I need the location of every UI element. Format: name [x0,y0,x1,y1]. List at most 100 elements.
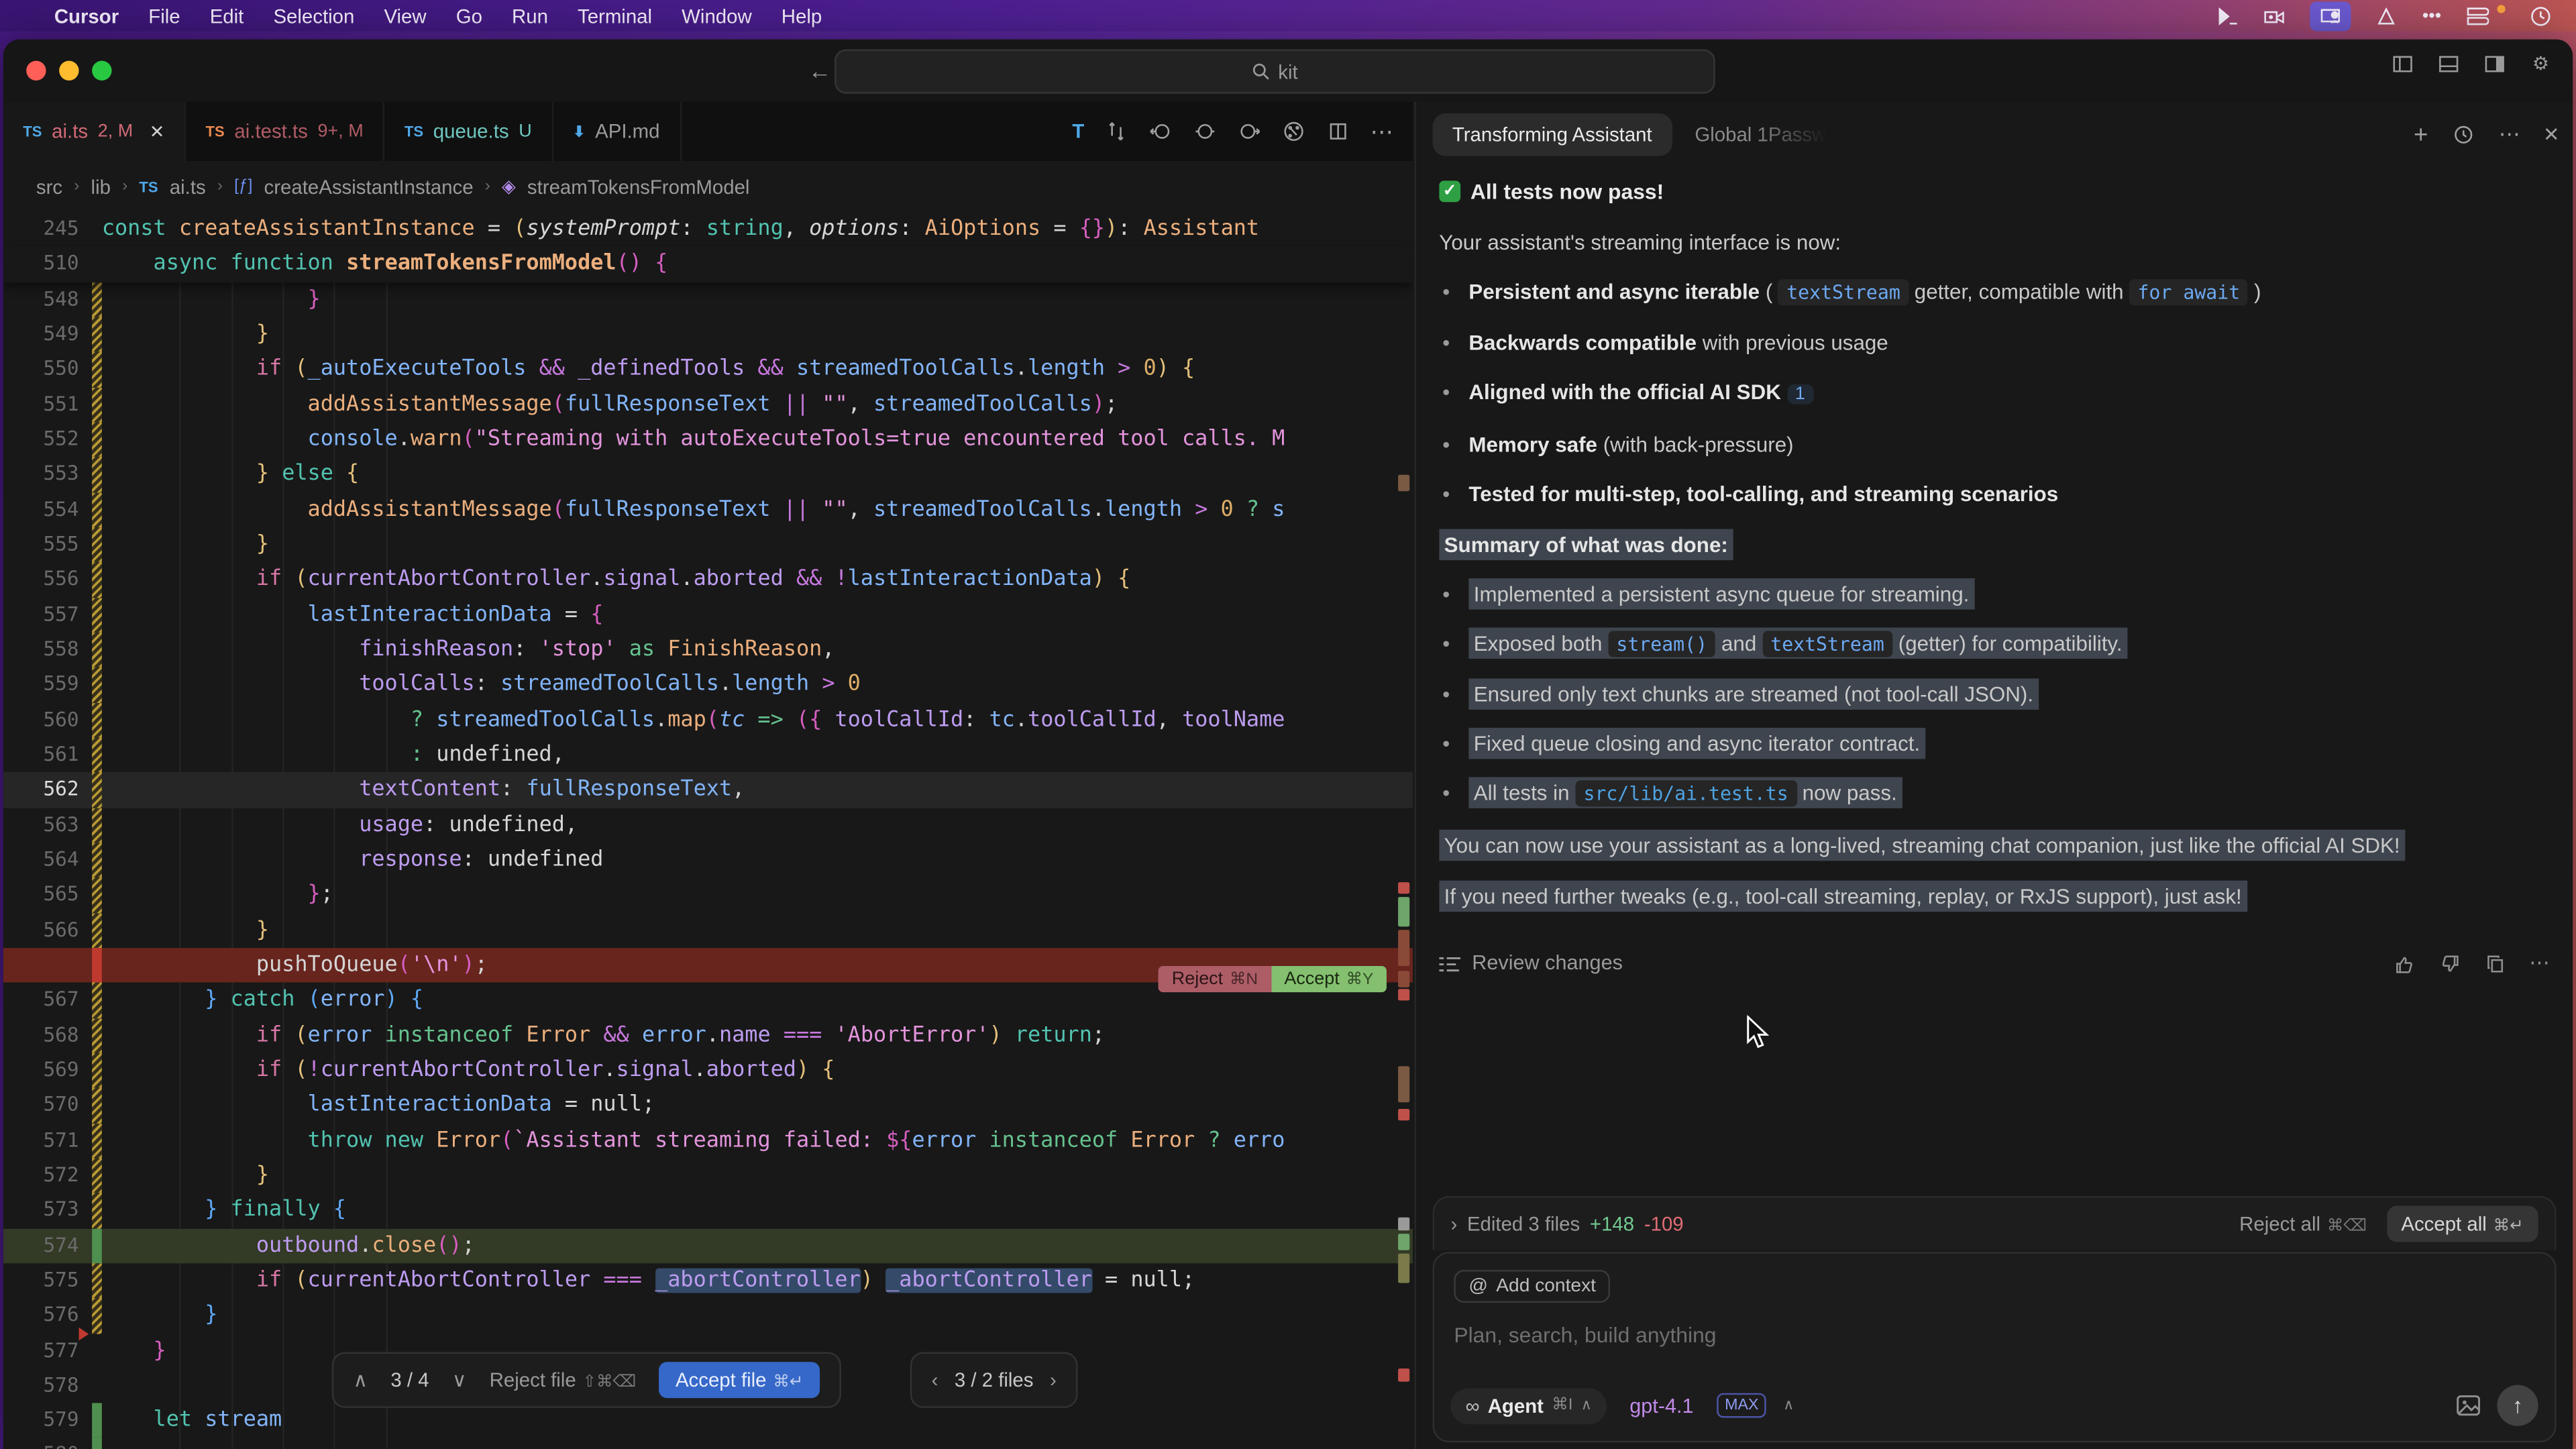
accept-all-button[interactable]: Accept all⌘↵ [2386,1206,2538,1242]
code-line[interactable]: 571 throw new Error(`Assistant streaming… [3,1123,1413,1158]
history-back-button[interactable]: ← [808,58,831,84]
code-line[interactable]: 559 toolCalls: streamedToolCalls.length … [3,667,1413,702]
breadcrumb-item-lib[interactable]: lib [91,175,111,198]
code-line[interactable]: 552 console.warn("Streaming with autoExe… [3,422,1413,457]
minimize-window-button[interactable] [59,61,78,80]
tab-API.md[interactable]: ⬇API.md [553,102,682,161]
more-icon[interactable]: ⋯ [2499,121,2520,148]
command-search-input[interactable]: kit [835,49,1715,93]
code-line[interactable]: 553 } else { [3,458,1413,492]
zoom-window-button[interactable] [92,61,111,80]
code-editor[interactable]: 245const createAssistantInstance = (syst… [3,212,1413,1449]
menu-item-edit[interactable]: Edit [195,4,259,27]
menu-item-run[interactable]: Run [497,4,563,27]
menu-item-selection[interactable]: Selection [258,4,369,27]
menu-item-go[interactable]: Go [441,4,497,27]
thumbs-up-icon[interactable] [2391,952,2416,975]
chat-composer[interactable]: @ Add context Plan, search, build anythi… [1433,1252,2557,1442]
code-line[interactable]: 566 } [3,913,1413,948]
tab-queue.ts[interactable]: TSqueue.tsU [385,102,553,161]
menu-item-view[interactable]: View [369,4,441,27]
reject-hunk-button[interactable]: Reject⌘N [1159,966,1271,992]
code-line[interactable]: 573 } finally { [3,1193,1413,1228]
prev-file-button[interactable]: ‹ [932,1368,938,1391]
more-icon[interactable]: ⋯ [2529,950,2550,978]
more-actions-icon[interactable]: ⋯ [1370,117,1393,146]
citation-chip[interactable]: 1 [1787,384,1813,404]
code-line[interactable]: 560 ? streamedToolCalls.map(tc => ({ too… [3,702,1413,737]
clock-icon[interactable] [2528,4,2553,27]
menu-item-terminal[interactable]: Terminal [563,4,667,27]
menu-item-window[interactable]: Window [667,4,767,27]
nav-forward-circle-icon[interactable] [1237,120,1262,143]
screen-share-icon-wrap[interactable] [2310,1,2351,30]
send-button[interactable]: ↑ [2497,1385,2538,1426]
copy-icon[interactable] [2483,952,2508,975]
next-file-button[interactable]: › [1050,1368,1057,1391]
nav-back-circle-icon[interactable] [1148,120,1173,143]
prism-icon[interactable] [2375,4,2400,27]
composer-placeholder[interactable]: Plan, search, build anything [1454,1322,2534,1347]
close-icon[interactable]: ✕ [2543,123,2560,146]
code-line[interactable]: 557 lastInteractionData = { [3,597,1413,632]
history-icon[interactable] [2451,123,2476,146]
breadcrumb-item-streamTokensFromModel[interactable]: streamTokensFromModel [527,175,750,198]
reject-file-button[interactable]: Reject file⇧⌘⌫ [490,1368,636,1391]
prev-change-button[interactable]: ∧ [354,1368,368,1391]
code-line[interactable]: 554 addAssistantMessage(fullResponseText… [3,492,1413,527]
accept-file-button[interactable]: Accept file⌘↵ [659,1362,819,1398]
breadcrumb-item-src[interactable]: src [36,175,62,198]
close-window-button[interactable] [26,61,46,80]
layout-sidebar-right-icon[interactable] [2482,52,2507,75]
code-line[interactable]: 569 if (!currentAbortController.signal.a… [3,1053,1413,1087]
breadcrumb-item-ai.ts[interactable]: ai.ts [170,175,206,198]
code-line[interactable]: 576 } [3,1298,1413,1333]
clock-icon-wrap[interactable] [2528,3,2553,29]
menu-item-file[interactable]: File [133,4,195,27]
breadcrumb[interactable]: src›lib›TSai.ts›[ƒ]createAssistantInstan… [3,161,1446,212]
terminal-play-icon[interactable] [2215,4,2240,27]
code-line[interactable]: 558 finishReason: 'stop' as FinishReason… [3,633,1413,667]
reject-all-button[interactable]: Reject all⌘⌫ [2239,1212,2367,1235]
code-line[interactable]: 562 textContent: fullResponseText, [3,773,1413,808]
code-line[interactable]: 572 } [3,1158,1413,1193]
gear-icon[interactable]: ⚙ [2528,52,2553,75]
close-tab-icon[interactable]: ✕ [150,121,165,142]
breadcrumb-item-createAssistantInstance[interactable]: createAssistantInstance [264,175,474,198]
nav-circle-icon[interactable] [1193,120,1218,143]
code-line[interactable]: 563 usage: undefined, [3,808,1413,843]
code-line[interactable]: 548 } [3,282,1413,317]
split-editor-icon[interactable] [1326,120,1350,143]
next-change-button[interactable]: ∨ [452,1368,467,1391]
code-line[interactable]: 245const createAssistantInstance = (syst… [3,212,1413,247]
control-center-icon-wrap[interactable] [2464,3,2489,29]
code-line[interactable]: 579 let stream [3,1403,1413,1438]
git-graph-icon[interactable] [1281,120,1306,143]
code-line[interactable]: 556 if (currentAbortController.signal.ab… [3,562,1413,597]
chat-tab-active[interactable]: Transforming Assistant [1433,113,1672,156]
text-size-icon[interactable]: T [1072,120,1084,143]
camera-icon-wrap[interactable] [2263,3,2288,29]
code-line[interactable]: 550 if (_autoExecuteTools && _definedToo… [3,352,1413,387]
tab-ai.test.ts[interactable]: TSai.test.ts9+, M [186,102,384,161]
code-line[interactable]: 555 } [3,527,1413,562]
compare-changes-icon[interactable] [1104,120,1129,143]
chat-tab-inactive[interactable]: Global 1Passw [1695,123,1826,146]
file-link[interactable]: src/lib/ai.test.ts [1575,780,1796,806]
code-line[interactable]: 575 if (currentAbortController === _abor… [3,1263,1413,1298]
screen-share-icon[interactable] [2319,4,2344,27]
chat-message-area[interactable]: ✓All tests now pass!Your assistant's str… [1439,168,2550,1186]
menu-item-help[interactable]: Help [767,4,837,27]
accept-hunk-button[interactable]: Accept⌘Y [1271,966,1387,992]
agent-mode-selector[interactable]: ∞ Agent ⌘I ∧ [1450,1387,1607,1424]
code-line[interactable]: 561 : undefined, [3,737,1413,772]
add-context-button[interactable]: @ Add context [1454,1270,1611,1303]
tab-ai.ts[interactable]: TSai.ts2, M✕ [3,102,186,161]
overview-ruler[interactable] [1393,212,1413,1449]
review-changes-button[interactable]: Review changes [1472,950,1623,978]
layout-panel-icon[interactable] [2436,52,2461,75]
code-line[interactable]: 570 lastInteractionData = null; [3,1088,1413,1123]
layout-sidebar-left-icon[interactable] [2390,52,2415,75]
ellipsis-icon[interactable]: ••• [2422,3,2441,29]
code-line[interactable]: 564 response: undefined [3,843,1413,877]
